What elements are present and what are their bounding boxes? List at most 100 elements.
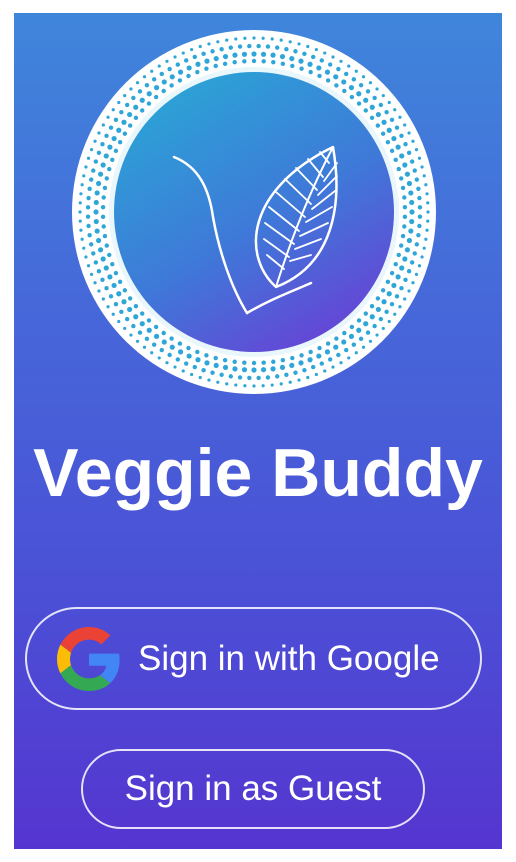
logo-dot: [201, 51, 206, 57]
logo-dot: [361, 345, 366, 349]
logo-dot: [79, 192, 83, 196]
logo-dot: [256, 43, 261, 49]
logo-dot: [297, 42, 301, 46]
logo-dot: [403, 297, 407, 301]
logo-dot: [91, 251, 96, 256]
logo-dot: [378, 102, 384, 108]
logo-dot: [317, 73, 322, 79]
logo-dot: [387, 100, 391, 105]
logo-dot: [251, 360, 257, 366]
logo-dot: [425, 228, 429, 232]
guest-sign-in-button[interactable]: Sign in as Guest: [81, 749, 425, 829]
logo-dot: [192, 54, 197, 60]
logo-dot: [420, 255, 424, 259]
logo-dot: [349, 324, 355, 330]
logo-dot: [85, 205, 91, 210]
logo-dot: [131, 95, 136, 101]
logo-dot: [169, 336, 174, 341]
logo-dot: [381, 299, 387, 305]
logo-dot: [242, 59, 247, 64]
logo-dot: [251, 58, 257, 64]
logo-dot: [232, 52, 238, 58]
logo-dot: [420, 165, 424, 169]
logo-dot: [324, 349, 331, 355]
logo-dot: [104, 133, 109, 139]
logo-dot: [354, 69, 358, 73]
logo-dot: [204, 360, 210, 366]
logo-dot: [341, 339, 347, 345]
logo-dot: [213, 362, 219, 369]
logo-dot: [201, 367, 206, 373]
logo-dot: [204, 66, 209, 71]
logo-dot: [302, 367, 307, 373]
logo-dot: [369, 314, 375, 320]
logo-dot: [299, 66, 304, 71]
logo-dot: [103, 265, 109, 271]
logo-dot: [385, 279, 391, 285]
logo-dot: [116, 127, 122, 133]
logo-dot: [414, 272, 419, 276]
logo-dot: [175, 62, 181, 67]
logo-dot: [104, 243, 109, 248]
logo-dot: [133, 115, 139, 121]
logo-dot: [380, 288, 386, 293]
logo-dot: [417, 223, 422, 229]
google-sign-in-button[interactable]: Sign in with Google: [25, 607, 482, 710]
logo-dot: [336, 352, 341, 358]
logo-dot: [93, 159, 99, 164]
logo-dot: [308, 69, 313, 75]
logo-dot: [94, 228, 100, 234]
logo-dot: [403, 142, 408, 147]
logo-dot: [384, 309, 389, 315]
logo-dot: [140, 108, 145, 113]
app-title: Veggie Buddy: [33, 435, 483, 511]
logo-dot: [298, 58, 304, 64]
logo-dot: [424, 237, 428, 241]
logo-dot: [356, 318, 362, 323]
logo-dot: [190, 372, 194, 377]
logo-dot: [409, 218, 415, 225]
logo-dot: [398, 115, 402, 119]
logo-dot: [348, 333, 355, 339]
logo-dot: [82, 246, 86, 250]
logo-dot: [151, 342, 157, 347]
logo-dot: [406, 180, 413, 187]
logo-dot: [137, 89, 143, 94]
logo-dot: [252, 36, 256, 40]
logo-dot: [422, 174, 426, 178]
logo-dot: [177, 69, 184, 75]
logo-dot: [161, 88, 166, 94]
logo-dot: [219, 46, 224, 52]
logo-dot: [425, 192, 429, 196]
logo-dot: [404, 247, 411, 253]
logo-dot: [306, 375, 310, 380]
logo-dot: [219, 372, 224, 378]
logo-dot: [381, 326, 385, 331]
logo-dot: [406, 269, 412, 274]
logo-dot: [261, 59, 266, 64]
logo-dot: [354, 351, 358, 355]
logo-dot: [363, 97, 369, 103]
logo-dot: [391, 135, 397, 142]
logo-dot: [106, 115, 110, 119]
logo-dot: [78, 201, 82, 205]
logo-dot: [91, 168, 96, 173]
logo-dot: [146, 327, 152, 333]
logo-dot: [87, 186, 92, 191]
logo-dot: [129, 87, 133, 91]
logo-dot: [84, 165, 88, 169]
logo-dot: [406, 237, 413, 244]
logo-dot: [375, 87, 379, 91]
logo-dot: [363, 108, 368, 113]
logo-dot: [186, 353, 192, 359]
logo-dot: [270, 37, 274, 41]
logo-dot: [363, 321, 369, 327]
logo-dot: [108, 294, 114, 299]
logo-dot: [314, 47, 318, 52]
logo-dot: [275, 374, 280, 379]
logo-dot: [378, 316, 384, 322]
logo-dot: [417, 205, 423, 210]
logo-dot: [396, 252, 401, 258]
logo-dot: [146, 101, 152, 106]
logo-dot: [375, 296, 381, 301]
